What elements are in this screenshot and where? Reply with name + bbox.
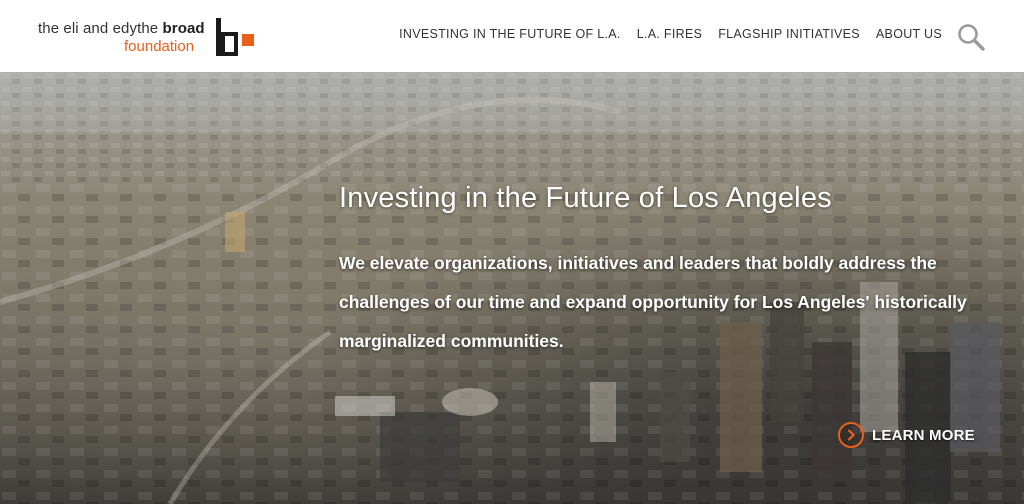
logo-text-prefix: the eli and edythe: [38, 20, 163, 37]
logo-text-foundation: foundation: [124, 38, 195, 55]
main-nav: INVESTING IN THE FUTURE OF L.A. L.A. FIR…: [391, 27, 950, 41]
nav-flagship-initiatives[interactable]: FLAGSHIP INITIATIVES: [710, 27, 868, 41]
learn-more-label: LEARN MORE: [872, 426, 975, 444]
broad-logo-mark-icon: [216, 18, 254, 56]
learn-more-button[interactable]: LEARN MORE: [838, 422, 975, 448]
nav-la-fires[interactable]: L.A. FIRES: [629, 27, 711, 41]
broad-foundation-logo[interactable]: the eli and edythe broad foundation: [38, 18, 268, 58]
hero-description: We elevate organizations, initiatives an…: [339, 253, 967, 351]
hero-title: Investing in the Future of Los Angeles: [339, 182, 832, 214]
nav-investing-future-la[interactable]: INVESTING IN THE FUTURE OF L.A.: [391, 27, 629, 41]
site-header: the eli and edythe broad foundation INVE…: [0, 0, 1024, 72]
chevron-right-circle-icon: [838, 422, 864, 448]
nav-about-us[interactable]: ABOUT US: [868, 27, 950, 41]
hero-banner: Investing in the Future of Los Angeles W…: [0, 72, 1024, 504]
search-icon[interactable]: [956, 22, 986, 52]
logo-text-bold: broad: [162, 20, 205, 37]
